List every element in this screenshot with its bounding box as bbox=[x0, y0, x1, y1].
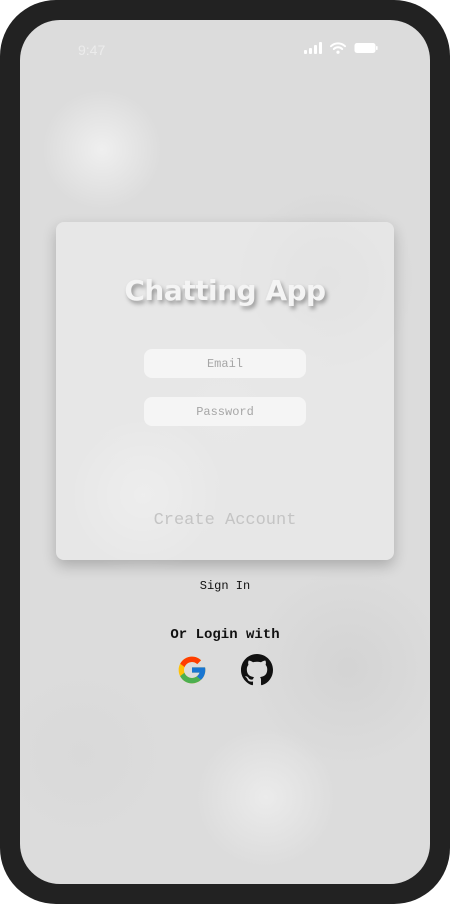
or-login-label: Or Login with bbox=[170, 627, 280, 643]
email-field[interactable] bbox=[144, 349, 306, 378]
phone-frame: 9:47 Chatting App Email Create Account S… bbox=[0, 0, 450, 904]
create-account-button[interactable]: Create Account bbox=[56, 511, 394, 530]
signal-icon bbox=[304, 42, 322, 54]
status-icons bbox=[304, 42, 378, 54]
status-bar: 9:47 bbox=[20, 20, 430, 78]
app-title: Chatting App bbox=[124, 274, 326, 307]
status-time: 9:47 bbox=[78, 42, 106, 58]
login-card: Chatting App Create Account bbox=[56, 222, 394, 560]
github-icon bbox=[241, 654, 273, 686]
sign-in-link[interactable]: Sign In bbox=[20, 579, 430, 593]
google-icon bbox=[178, 656, 206, 684]
battery-icon bbox=[354, 42, 378, 54]
wifi-icon bbox=[330, 42, 346, 54]
github-login-button[interactable] bbox=[241, 654, 273, 686]
app-screen: 9:47 Chatting App Email Create Account S… bbox=[20, 20, 430, 884]
password-field[interactable] bbox=[144, 397, 306, 426]
google-login-button[interactable] bbox=[176, 654, 208, 686]
